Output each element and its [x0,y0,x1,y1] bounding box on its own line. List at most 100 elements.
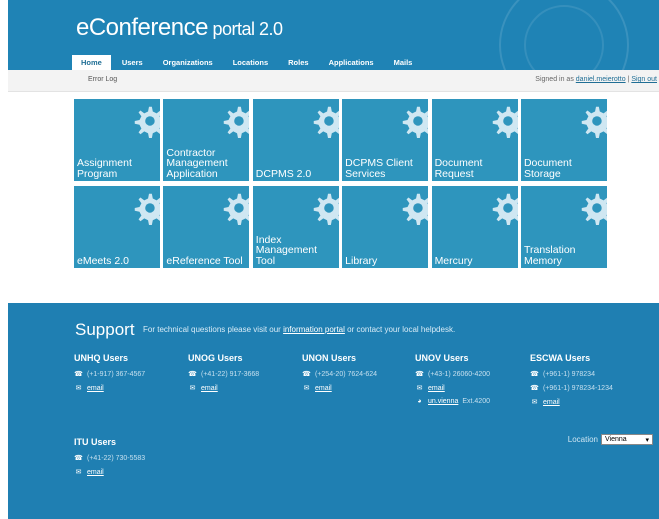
phone-number: (+254-20) 7624-624 [315,370,378,378]
tile-label: Index Management Tool [255,233,318,267]
column-title: UNON Users [302,353,357,363]
tile-dcpms-client-services[interactable]: DCPMS Client Services [342,99,429,181]
information-portal-link[interactable]: information portal [283,325,345,334]
tile-label: Assignment Program [77,157,132,180]
application-tiles: Assignment Program Contractor Management… [74,99,607,268]
mail-icon: ✉ [189,385,196,392]
signed-in-info: Signed in as daniel.meierotto | Sign out [535,76,657,83]
sub-navigation-bar: Error Log Signed in as daniel.meierotto … [8,70,659,92]
mail-icon: ✉ [416,385,423,392]
support-column-unon: UNON Users ☎ (+254-20) 7624-624 ✉ email [302,353,412,398]
email-line: ✉ email [530,398,640,407]
main-nav: Home Users Organizations Locations Roles… [72,55,421,70]
tab-roles[interactable]: Roles [279,55,317,70]
phone-line: ☎ (+41-22) 730-5583 [74,454,184,463]
tile-mercury[interactable]: Mercury [431,186,518,268]
location-dropdown[interactable]: Vienna ▾ [601,434,653,445]
tile-label: eReference Tool [166,254,243,267]
mail-icon: ✉ [75,469,82,476]
email-line: ✉ email [415,384,525,393]
sign-out-link[interactable]: Sign out [631,76,657,83]
error-log-link[interactable]: Error Log [88,76,117,83]
support-title: Support [75,320,135,339]
phone-number: (+43-1) 26060-4200 [428,370,491,378]
phone-line: ☎ (+1-917) 367-4567 [74,370,184,379]
email-link[interactable]: email [543,399,560,406]
email-link[interactable]: email [428,385,445,392]
tile-label: Document Request [434,157,483,180]
tile-document-storage[interactable]: Document Storage [520,99,607,181]
phone-line: ☎ (+961-1) 978234 [530,370,640,379]
support-column-unov: UNOV Users ☎ (+43-1) 26060-4200 ✉ email ◕ u… [415,353,525,411]
support-footer: Support For technical questions please v… [8,303,659,519]
column-title: ITU Users [74,437,117,447]
mail-icon: ✉ [303,385,310,392]
column-title: UNHQ Users [74,353,129,363]
support-description: For technical questions please visit our… [143,325,455,334]
tile-index-management-tool[interactable]: Index Management Tool [252,186,339,268]
gear-icon [402,106,429,139]
tile-label: Translation Memory [523,244,576,267]
gear-icon [492,193,518,226]
tile-translation-memory[interactable]: Translation Memory [520,186,607,268]
gear-icon [581,106,607,139]
chevron-down-icon: ▾ [645,436,649,444]
tab-home[interactable]: Home [72,55,111,70]
phone-number: (+41-22) 917-3668 [201,370,260,378]
phone-number-2: (+961-1) 978234-1234 [543,384,613,392]
column-title: UNOG Users [188,353,243,363]
phone-number: (+41-22) 730-5583 [87,454,146,462]
tile-label: DCPMS 2.0 [255,167,312,180]
column-title: ESCWA Users [530,353,591,363]
tile-contractor-management[interactable]: Contractor Management Application [163,99,250,181]
phone-icon: ☎ [188,371,197,378]
tile-label: Library [345,254,378,267]
phone-icon: ☎ [530,385,539,392]
support-text-before: For technical questions please visit our [143,325,284,334]
phone-icon: ☎ [74,455,83,462]
skype-line: ◕ un.vienna Ext.4200 [415,398,525,405]
phone-icon: ☎ [302,371,311,378]
tile-label: DCPMS Client Services [345,157,413,180]
tab-locations[interactable]: Locations [224,55,277,70]
tile-emeets[interactable]: eMeets 2.0 [74,186,160,268]
tab-organizations[interactable]: Organizations [154,55,222,70]
tab-users[interactable]: Users [113,55,152,70]
skype-link[interactable]: un.vienna [428,398,458,405]
phone-line-2: ☎ (+961-1) 978234-1234 [530,384,640,393]
skype-icon: ◕ [417,398,422,405]
phone-line: ☎ (+41-22) 917-3668 [188,370,298,379]
support-text-after: or contact your local helpdesk. [344,325,456,334]
tile-document-request[interactable]: Document Request [431,99,518,181]
app-logo[interactable]: eConference portal 2.0 [76,14,283,42]
gear-icon [581,193,607,226]
email-line: ✉ email [74,384,184,393]
signed-in-prefix: Signed in as [535,76,576,83]
email-line: ✉ email [188,384,298,393]
tile-assignment-program[interactable]: Assignment Program [74,99,160,181]
email-link[interactable]: email [201,385,218,392]
logo-main: eConference [76,14,208,41]
username-link[interactable]: daniel.meierotto [576,76,626,83]
phone-line: ☎ (+43-1) 26060-4200 [415,370,525,379]
support-column-itu: ITU Users ☎ (+41-22) 730-5583 ✉ email [74,437,184,482]
tile-dcpms[interactable]: DCPMS 2.0 [252,99,339,181]
tab-mails[interactable]: Mails [385,55,422,70]
tab-applications[interactable]: Applications [320,55,383,70]
tile-ereference-tool[interactable]: eReference Tool [163,186,250,268]
gear-icon [492,106,518,139]
email-link[interactable]: email [87,469,104,476]
gear-icon [313,193,339,226]
email-line: ✉ email [302,384,412,393]
phone-icon: ☎ [415,371,424,378]
phone-number: (+1-917) 367-4567 [87,370,146,378]
tile-library[interactable]: Library [342,186,429,268]
support-column-unhq: UNHQ Users ☎ (+1-917) 367-4567 ✉ email [74,353,184,398]
support-column-escwa: ESCWA Users ☎ (+961-1) 978234 ☎ (+961-1) 9… [530,353,640,412]
email-link[interactable]: email [315,385,332,392]
gear-icon [134,193,160,226]
skype-extension: Ext.4200 [462,398,490,405]
email-link[interactable]: email [87,385,104,392]
tile-label: eMeets 2.0 [77,254,129,267]
gear-icon [313,106,339,139]
